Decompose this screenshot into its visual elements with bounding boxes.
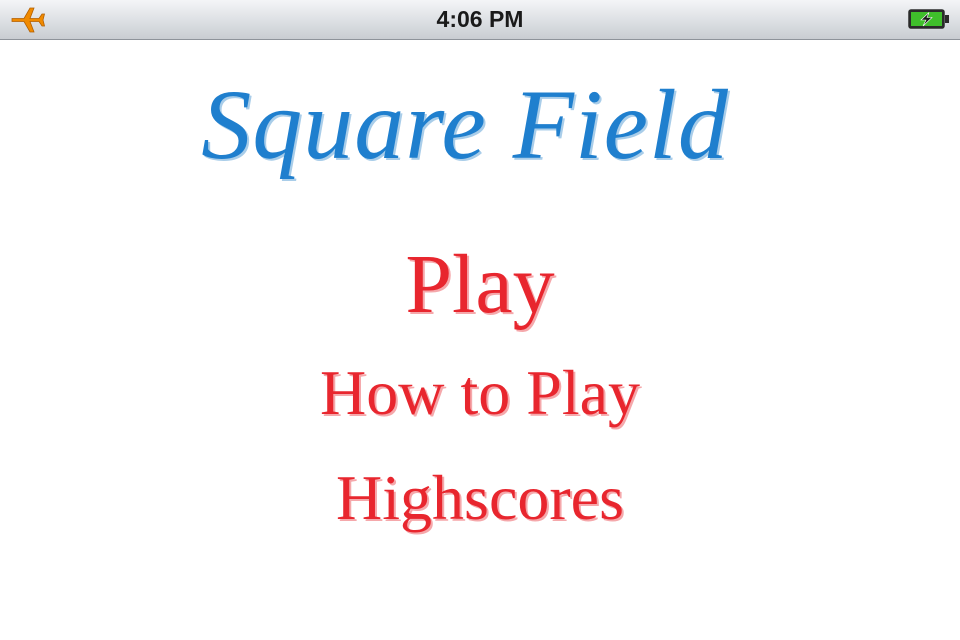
play-button[interactable]: Play xyxy=(0,230,960,340)
status-time: 4:06 PM xyxy=(436,6,524,32)
game-screen: 4:06 PM Square Field Play How to Play Hi… xyxy=(0,0,960,640)
status-bar: 4:06 PM xyxy=(0,0,960,40)
battery-charging-icon xyxy=(908,9,949,29)
highscores-button[interactable]: Highscores xyxy=(0,446,960,550)
game-title: Square Field xyxy=(201,69,729,180)
how-to-play-button[interactable]: How to Play xyxy=(0,340,960,446)
main-menu: Play How to Play Highscores xyxy=(0,230,960,550)
